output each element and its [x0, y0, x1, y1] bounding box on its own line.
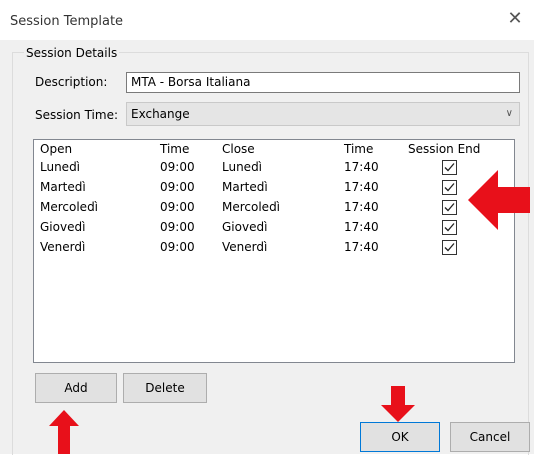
session-time-select[interactable]: Exchange ∨	[126, 102, 520, 126]
close-day: Martedì	[222, 180, 268, 194]
session-template-dialog: Session Template ✕ Session Details Descr…	[0, 0, 534, 455]
description-label: Description:	[35, 75, 108, 89]
close-day: Giovedì	[222, 220, 268, 234]
session-time-value: Exchange	[131, 107, 190, 121]
session-end-checkbox[interactable]	[442, 220, 457, 235]
session-end-checkbox[interactable]	[442, 160, 457, 175]
open-day: Giovedì	[40, 220, 86, 234]
table-row[interactable]: Lunedì 09:00 Lunedì 17:40	[34, 158, 514, 176]
ok-button[interactable]: OK	[360, 422, 440, 452]
open-time: 09:00	[160, 160, 195, 174]
cancel-button[interactable]: Cancel	[450, 422, 530, 452]
annotation-arrow-up-icon	[49, 410, 79, 454]
annotation-arrow-down-icon	[381, 386, 415, 422]
open-time: 09:00	[160, 240, 195, 254]
session-end-checkbox[interactable]	[442, 180, 457, 195]
table-row[interactable]: Mercoledì 09:00 Mercoledì 17:40	[34, 198, 514, 216]
session-end-checkbox[interactable]	[442, 200, 457, 215]
column-header-session-end[interactable]: Session End	[408, 142, 480, 156]
close-day: Mercoledì	[222, 200, 281, 214]
close-time: 17:40	[344, 240, 379, 254]
open-day: Mercoledì	[40, 200, 99, 214]
session-table[interactable]: Open Time Close Time Session End Lunedì …	[33, 139, 515, 363]
table-row[interactable]: Venerdì 09:00 Venerdì 17:40	[34, 238, 514, 256]
column-header-close-time[interactable]: Time	[344, 142, 373, 156]
column-header-open[interactable]: Open	[40, 142, 72, 156]
open-time: 09:00	[160, 200, 195, 214]
close-day: Lunedì	[222, 160, 263, 174]
close-day: Venerdì	[222, 240, 268, 254]
close-time: 17:40	[344, 160, 379, 174]
table-row[interactable]: Martedì 09:00 Martedì 17:40	[34, 178, 514, 196]
annotation-arrow-left-icon	[468, 170, 530, 230]
chevron-down-icon: ∨	[505, 108, 513, 119]
column-header-open-time[interactable]: Time	[160, 142, 189, 156]
delete-button[interactable]: Delete	[123, 373, 207, 403]
session-details-legend: Session Details	[24, 46, 120, 60]
close-time: 17:40	[344, 220, 379, 234]
table-header: Open Time Close Time Session End	[34, 140, 514, 158]
close-icon[interactable]: ✕	[506, 10, 524, 28]
close-time: 17:40	[344, 180, 379, 194]
session-time-label: Session Time:	[35, 108, 119, 122]
open-day: Martedì	[40, 180, 86, 194]
open-time: 09:00	[160, 180, 195, 194]
open-day: Venerdì	[40, 240, 86, 254]
window-title: Session Template	[10, 14, 124, 29]
column-header-close[interactable]: Close	[222, 142, 255, 156]
title-bar[interactable]: Session Template ✕	[0, 0, 534, 40]
open-day: Lunedì	[40, 160, 81, 174]
close-time: 17:40	[344, 200, 379, 214]
open-time: 09:00	[160, 220, 195, 234]
add-button[interactable]: Add	[35, 373, 117, 403]
session-end-checkbox[interactable]	[442, 240, 457, 255]
description-input[interactable]: MTA - Borsa Italiana	[126, 72, 520, 93]
table-row[interactable]: Giovedì 09:00 Giovedì 17:40	[34, 218, 514, 236]
